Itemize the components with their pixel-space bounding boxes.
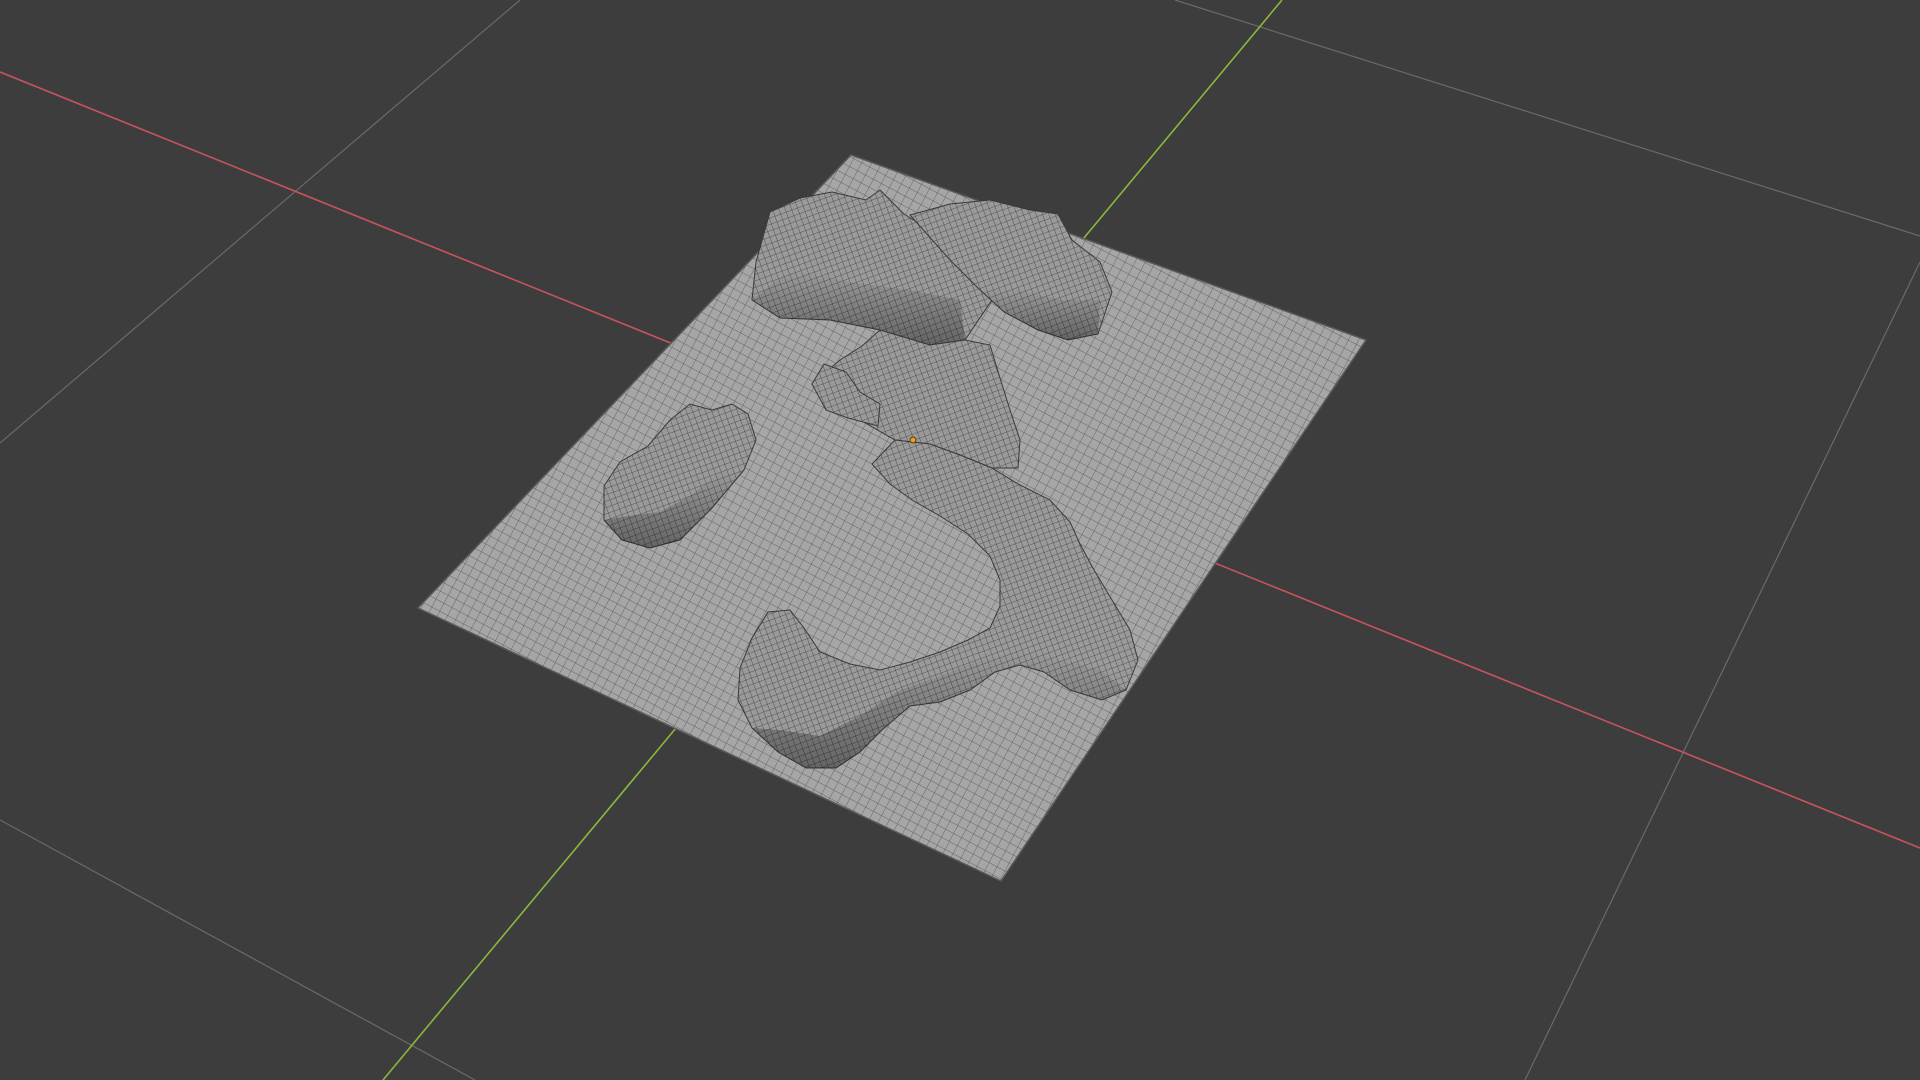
3d-viewport[interactable] [0, 0, 1920, 1080]
terrain-mesh[interactable] [417, 154, 1367, 882]
object-origin-marker[interactable] [909, 436, 917, 444]
grid-line [0, 819, 476, 1080]
viewport-scene[interactable] [0, 0, 1920, 1080]
grid-line [1524, 261, 1920, 1080]
grid-line [1174, 0, 1920, 237]
grid-line [0, 0, 521, 444]
